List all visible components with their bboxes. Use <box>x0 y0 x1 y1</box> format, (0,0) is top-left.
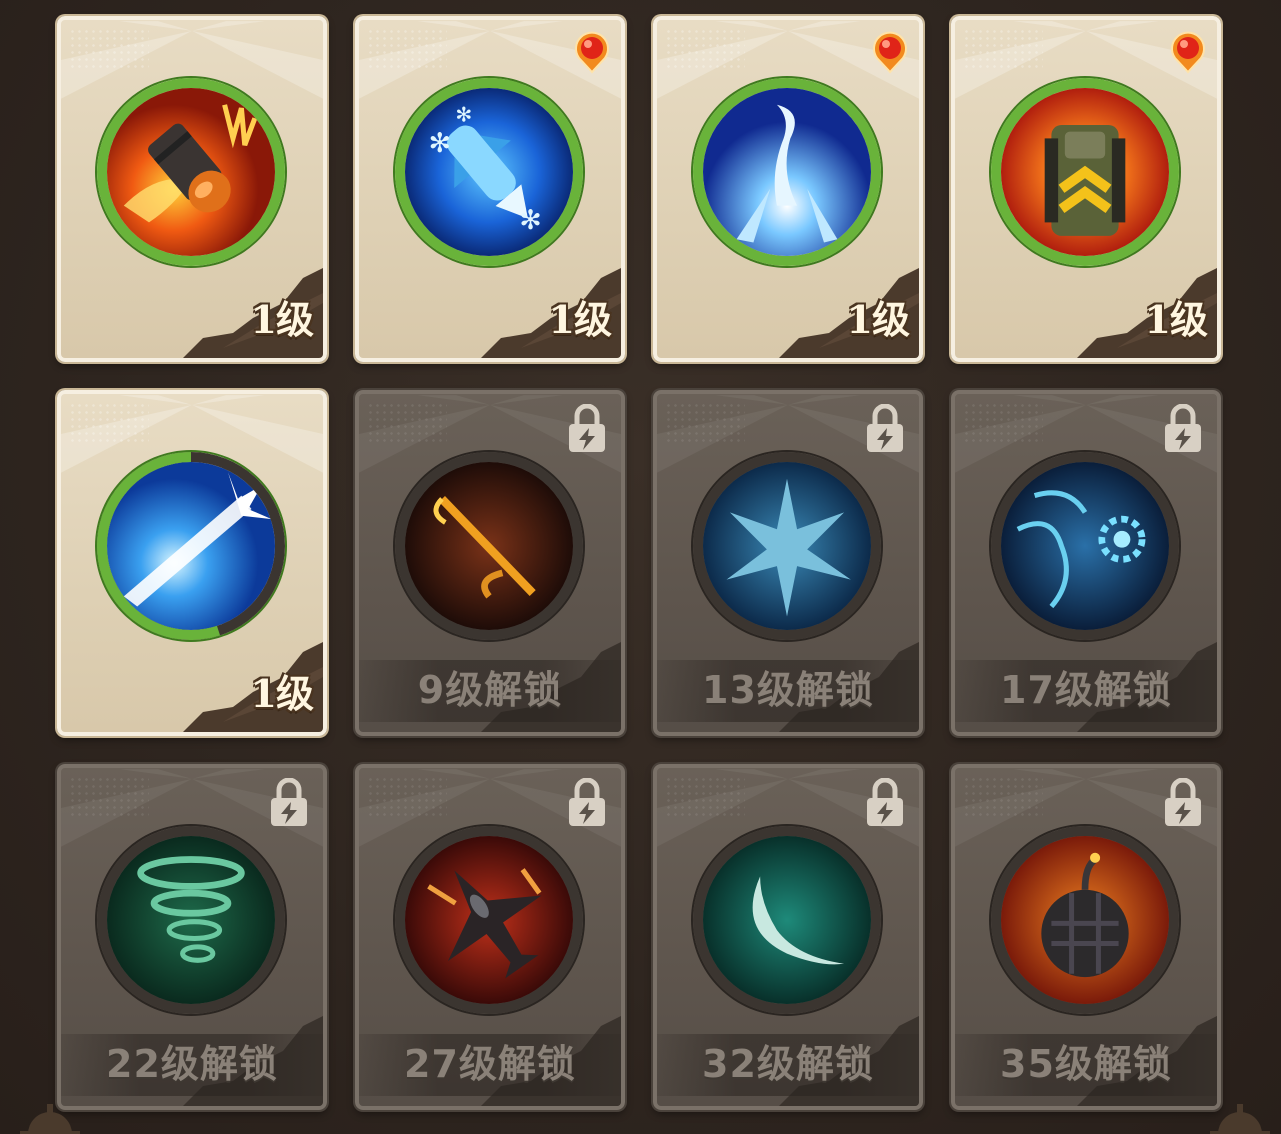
skill-card-locked-fire-arrow[interactable]: 9级解锁 <box>355 390 625 736</box>
skill-card-ice-blast[interactable]: 1级 <box>653 16 923 362</box>
skill-card-locked-wind-slash[interactable]: 32级解锁 <box>653 764 923 1110</box>
dot-pattern <box>367 28 447 68</box>
dot-pattern <box>69 776 149 816</box>
ice-crystal-icon <box>693 452 881 640</box>
gear-decoration-icon <box>1210 1104 1270 1134</box>
unlock-level-label: 13级解锁 <box>702 668 874 712</box>
skill-card-locked-ice-crystal[interactable]: 13级解锁 <box>653 390 923 736</box>
armored-vehicle-icon <box>991 78 1179 266</box>
skill-level-label: 1级 <box>250 671 314 716</box>
skill-progress-ring <box>97 452 221 640</box>
ice-blast-icon <box>693 78 881 266</box>
skill-card-ice-missile[interactable]: ✻ ✻ ✻ 1级 <box>355 16 625 362</box>
wind-slash-icon <box>693 826 881 1014</box>
gear-decoration-icon <box>20 1104 80 1134</box>
ice-missile-icon: ✻ ✻ ✻ <box>395 78 583 266</box>
skill-level-label: 1级 <box>1144 297 1208 342</box>
skill-card-locked-fighter-jet[interactable]: 27级解锁 <box>355 764 625 1110</box>
bomb-icon <box>991 826 1179 1014</box>
unlock-level-label: 9级解锁 <box>417 668 563 712</box>
unlock-level-label: 22级解锁 <box>106 1042 278 1086</box>
unlock-level-label: 32级解锁 <box>702 1042 874 1086</box>
skill-level-label: 1级 <box>548 297 612 342</box>
lock-icon <box>867 404 903 452</box>
notification-dot-icon <box>575 31 609 74</box>
lightning-orb-icon <box>991 452 1179 640</box>
fighter-jet-icon <box>395 826 583 1014</box>
dot-pattern <box>665 28 745 68</box>
skill-card-energy-beam[interactable]: 1级 <box>57 390 327 736</box>
dot-pattern <box>963 776 1043 816</box>
skill-card-armored-vehicle[interactable]: 1级 <box>951 16 1221 362</box>
svg-text:✻: ✻ <box>429 128 452 159</box>
dot-pattern <box>69 28 149 68</box>
skill-card-locked-bomb[interactable]: 35级解锁 <box>951 764 1221 1110</box>
dot-pattern <box>963 402 1043 442</box>
dot-pattern <box>963 28 1043 68</box>
dot-pattern <box>69 402 149 442</box>
dot-pattern <box>367 402 447 442</box>
tornado-icon <box>97 826 285 1014</box>
fire-bullet-icon <box>97 78 285 266</box>
lock-icon <box>569 778 605 826</box>
skill-progress-arc <box>97 452 221 640</box>
dot-pattern <box>367 776 447 816</box>
unlock-level-label: 35级解锁 <box>1000 1042 1172 1086</box>
lock-icon <box>867 778 903 826</box>
unlock-level-label: 17级解锁 <box>1000 668 1172 712</box>
lock-icon <box>1165 778 1201 826</box>
skill-level-label: 1级 <box>846 297 910 342</box>
skill-card-fire-bullet[interactable]: 1级 <box>57 16 327 362</box>
unlock-level-label: 27级解锁 <box>404 1042 576 1086</box>
skill-card-locked-tornado[interactable]: 22级解锁 <box>57 764 327 1110</box>
svg-text:✻: ✻ <box>455 103 472 127</box>
skill-level-label: 1级 <box>250 297 314 342</box>
dot-pattern <box>665 776 745 816</box>
svg-text:✻: ✻ <box>519 205 542 236</box>
lock-icon <box>271 778 307 826</box>
notification-dot-icon <box>1171 31 1205 74</box>
skill-grid: 1级 ✻ ✻ ✻ 1级 1级 1级 1级 9级解锁 13级解锁 17级解锁 22… <box>0 0 1281 1134</box>
lock-icon <box>569 404 605 452</box>
notification-dot-icon <box>873 31 907 74</box>
fire-arrow-icon <box>395 452 583 640</box>
dot-pattern <box>665 402 745 442</box>
lock-icon <box>1165 404 1201 452</box>
skill-card-locked-lightning-orb[interactable]: 17级解锁 <box>951 390 1221 736</box>
